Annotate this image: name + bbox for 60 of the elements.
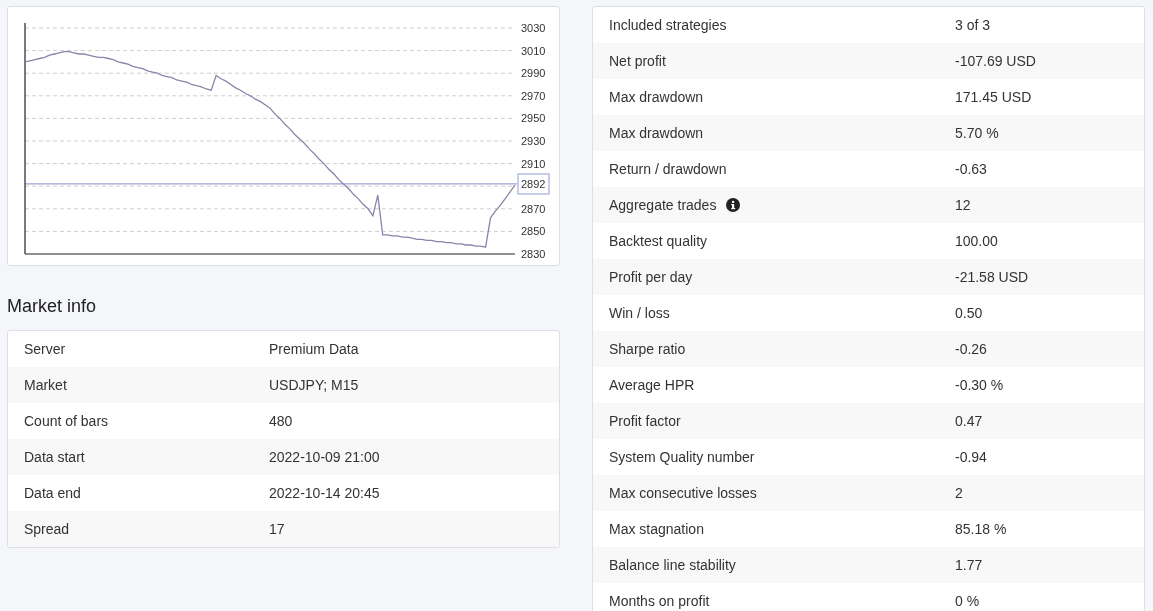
row-label: Return / drawdown [609, 161, 727, 177]
row-label: Win / loss [609, 305, 670, 321]
row-value: -21.58 USD [955, 269, 1029, 285]
y-tick-label: 2930 [521, 135, 546, 147]
row-label: Profit factor [609, 413, 681, 429]
row-label: Aggregate trades [609, 197, 717, 213]
row-label: Max stagnation [609, 521, 704, 537]
row-label: Max consecutive losses [609, 485, 757, 501]
row-label: Count of bars [23, 413, 110, 429]
row-value: 0.50 [955, 305, 983, 321]
y-tick-label: 2970 [521, 89, 546, 102]
row-value: 1.77 [955, 557, 983, 573]
y-tick-label: 3010 [521, 44, 546, 57]
y-tick-label: 2830 [521, 248, 546, 260]
y-tick-label: 2990 [521, 67, 546, 80]
row-label: Max drawdown [609, 125, 704, 141]
row-label: Sharpe ratio [609, 341, 686, 357]
y-tick-label: 2910 [521, 157, 546, 170]
row-value: 171.45 USD [955, 89, 1032, 105]
row-value: -0.94 [955, 449, 987, 465]
row-label: Average HPR [609, 377, 695, 393]
y-tick-label: 2870 [521, 202, 546, 215]
row-value: 2 [955, 485, 963, 501]
row-value: 17 [269, 521, 285, 537]
row-label: Backtest quality [609, 233, 708, 249]
row-value: -107.69 USD [955, 53, 1036, 69]
y-tick-label: 2850 [521, 225, 546, 238]
info-icon[interactable] [726, 198, 741, 212]
row-label: Balance line stability [609, 557, 736, 573]
row-value: 0 % [955, 593, 980, 609]
row-value: 0.47 [955, 413, 983, 429]
row-value: 2022-10-09 21:00 [269, 449, 380, 465]
row-label: Included strategies [609, 17, 727, 33]
row-label: Data end [23, 485, 82, 501]
row-value: 85.18 % [955, 521, 1007, 537]
y-tick-label: 3030 [521, 22, 546, 34]
row-value: 480 [269, 413, 293, 429]
row-value: Premium Data [269, 341, 359, 357]
row-value: -0.63 [955, 161, 987, 177]
row-value: 5.70 % [955, 125, 999, 141]
row-value: 3 of 3 [955, 17, 991, 33]
row-label: Server [23, 341, 67, 357]
row-label: System Quality number [609, 449, 755, 465]
row-value: -0.26 [955, 341, 987, 357]
y-tick-label: 2892 [521, 177, 546, 190]
section-heading: Market info [7, 295, 98, 317]
row-value: 2022-10-14 20:45 [269, 485, 380, 501]
row-value: 12 [955, 197, 971, 213]
row-label: Spread [23, 521, 71, 537]
row-label: Market [23, 377, 68, 393]
row-label: Data start [23, 449, 86, 465]
row-label: Net profit [609, 53, 666, 69]
row-value: 100.00 [955, 233, 998, 249]
row-label: Months on profit [609, 593, 710, 609]
row-label: Max drawdown [609, 89, 704, 105]
reference-label-frame [517, 173, 550, 195]
row-value: USDJPY; M15 [269, 377, 359, 393]
row-label: Profit per day [609, 269, 693, 285]
row-value: -0.30 % [955, 377, 1004, 393]
y-tick-label: 2950 [521, 112, 546, 125]
